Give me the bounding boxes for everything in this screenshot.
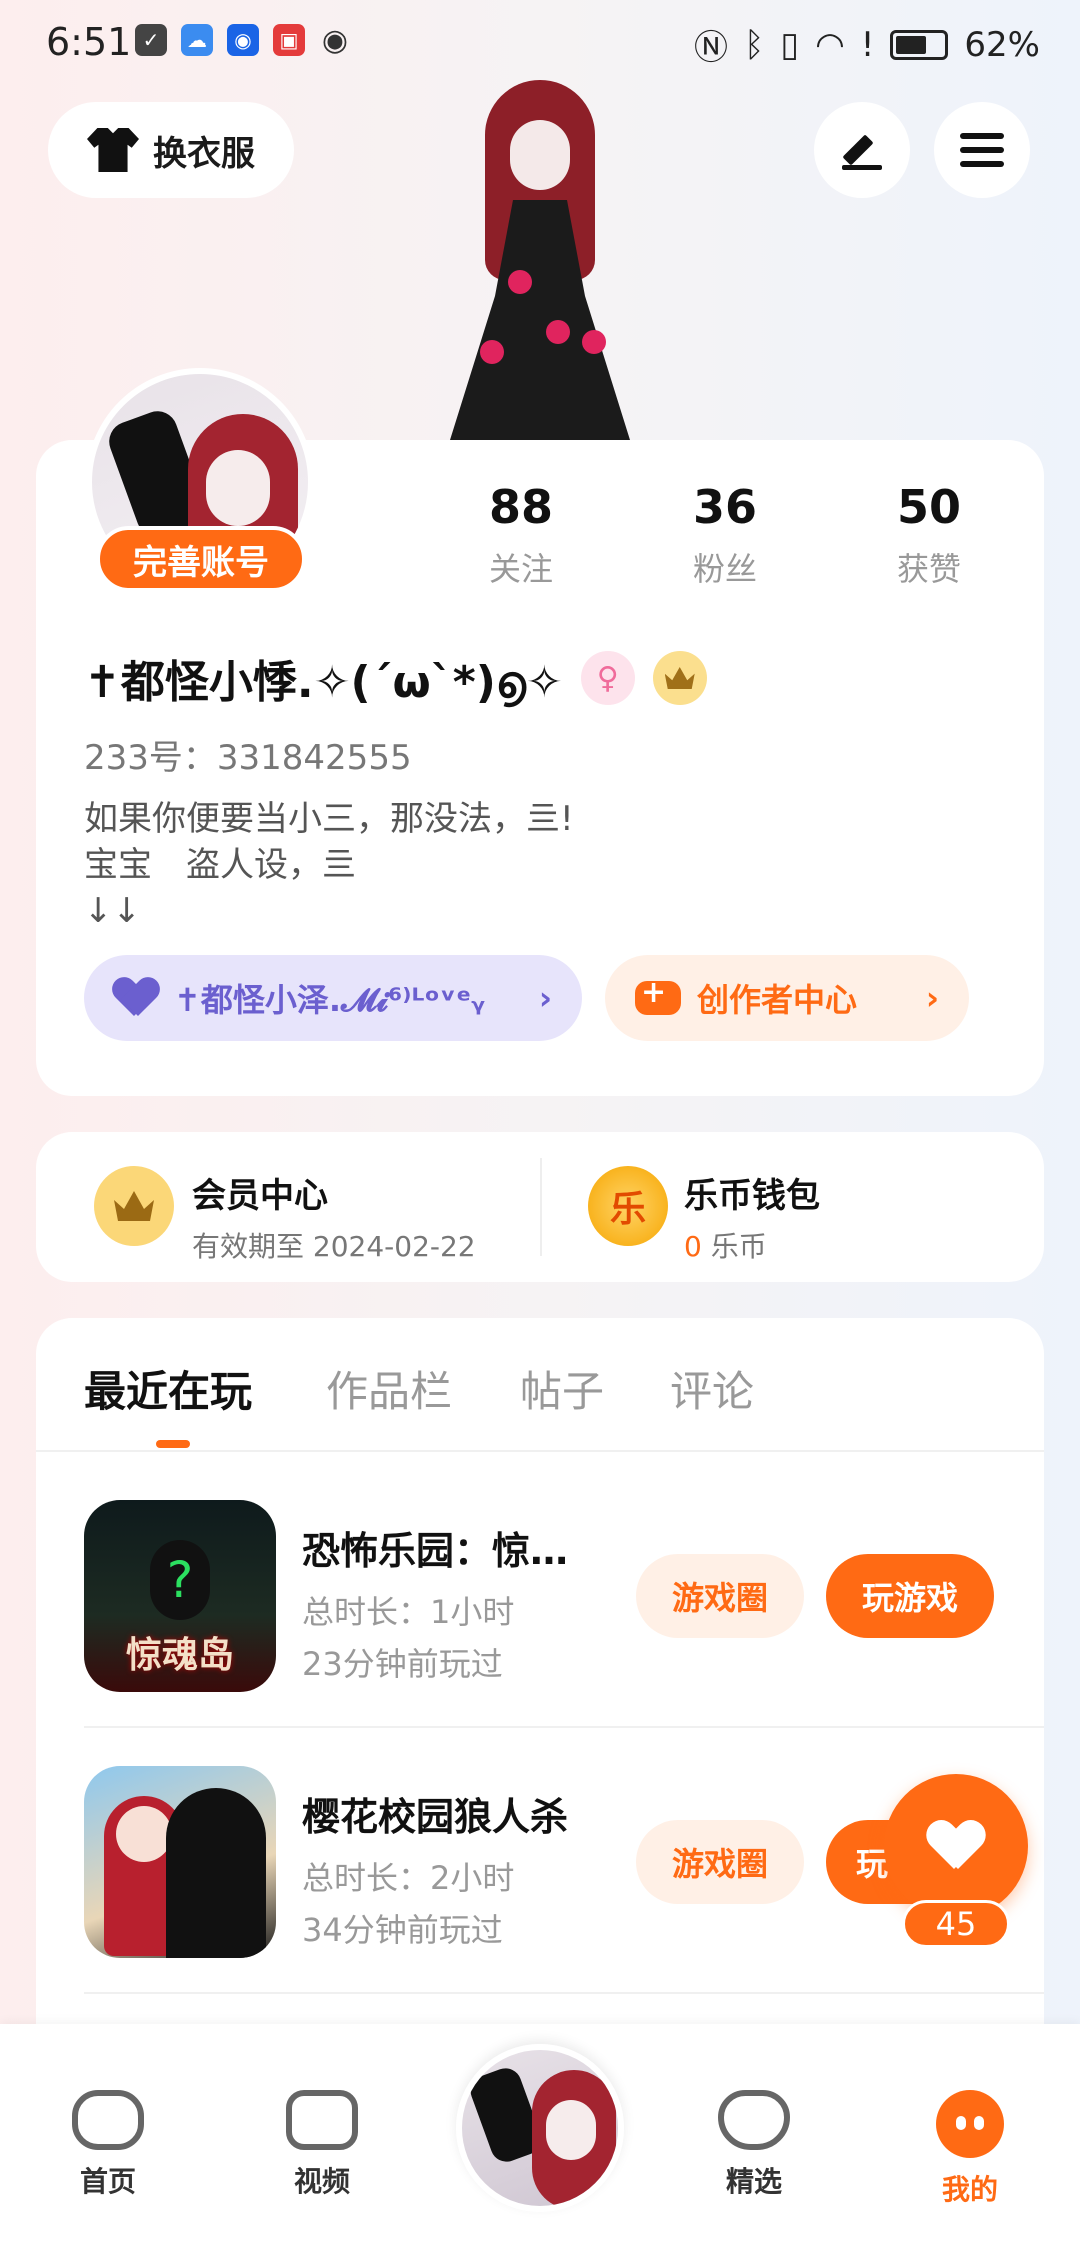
nav-video-label: 视频 <box>293 2165 350 2198</box>
vip-center-entry[interactable]: 会员中心 有效期至 2024-02-22 <box>192 1168 476 1265</box>
nickname-row: ✝都怪小悸.✧(´ω`*)൭✧ ♀ <box>84 646 707 710</box>
likes-count: 50 <box>896 480 961 534</box>
activity-card <box>36 1318 1044 2118</box>
heart-badge-icon <box>718 2090 790 2150</box>
divider <box>84 1992 1044 1994</box>
tab-posts[interactable]: 帖子 <box>520 1358 604 1419</box>
battery-percent: 62% <box>964 24 1040 65</box>
shirt-icon <box>87 128 139 172</box>
like-count: 45 <box>902 1900 1010 1948</box>
divider <box>540 1158 542 1256</box>
status-system-icons: Ⓝ ᛒ ▯ ◠ ! 62% <box>694 20 1040 69</box>
app-notification-icon: ✓ <box>135 24 167 56</box>
nav-featured[interactable]: 精选 <box>694 2090 814 2200</box>
nav-video[interactable]: 视频 <box>262 2090 382 2200</box>
battery-icon <box>890 29 949 60</box>
partner-label: ✝都怪小泽.𝓜𝓲⁶⁾ᴸᵒᵛᵉᵧ <box>174 981 485 1019</box>
nickname: ✝都怪小悸.✧(´ω`*)൭✧ <box>84 657 563 708</box>
menu-icon <box>960 133 1004 167</box>
likes-stat[interactable]: 50 获赞 <box>854 480 1004 590</box>
game-circle-button[interactable]: 游戏圈 <box>636 1554 804 1638</box>
vip-center-title: 会员中心 <box>192 1176 328 1216</box>
vip-center-crown-icon <box>94 1166 174 1246</box>
followers-label: 粉丝 <box>692 550 757 588</box>
change-outfit-label: 换衣服 <box>153 133 255 174</box>
divider <box>84 1726 1044 1728</box>
following-label: 关注 <box>488 550 553 588</box>
heart-icon <box>114 978 158 1018</box>
game-title: 樱花校园狼人杀 <box>302 1795 569 1839</box>
chevron-right-icon: › <box>538 979 552 1017</box>
game-info[interactable]: 恐怖乐园：惊… 总时长：1小时 23分钟前玩过 <box>302 1520 622 1687</box>
gamepad-icon <box>635 975 681 1015</box>
bulb-icon: ◉ <box>227 24 259 56</box>
likes-label: 获赞 <box>896 550 961 588</box>
bio: 如果你便要当小三，那没法，亖! 宝宝 盗人设，亖 ↓↓ <box>84 799 574 931</box>
tab-works[interactable]: 作品栏 <box>326 1358 452 1419</box>
bluetooth-icon: ᛒ <box>743 24 765 65</box>
gamepad-icon <box>72 2090 144 2150</box>
followers-count: 36 <box>692 480 757 534</box>
menu-button[interactable] <box>934 102 1030 198</box>
wifi-icon: ◠ <box>815 24 845 65</box>
mine-face-icon <box>936 2090 1004 2158</box>
wallet-entry[interactable]: 乐币钱包 0 乐币 <box>684 1168 820 1265</box>
wallet-balance: 0 乐币 <box>684 1225 820 1265</box>
status-notification-icons: ✓ ☁ ◉ ▣ ◉ <box>135 22 351 58</box>
alert-icon: ! <box>860 24 875 65</box>
complete-account-button[interactable]: 完善账号 <box>96 526 306 592</box>
vibrate-icon: ▯ <box>780 24 800 65</box>
game-last-played: 23分钟前玩过 <box>302 1645 503 1683</box>
wallet-amount: 0 <box>684 1230 702 1263</box>
like-float-button[interactable] <box>884 1774 1028 1918</box>
game-duration: 总时长：1小时 <box>302 1593 515 1631</box>
edit-profile-button[interactable] <box>814 102 910 198</box>
video-play-icon <box>286 2090 358 2150</box>
game-title: 恐怖乐园：惊… <box>302 1529 569 1573</box>
avatar-character-figure[interactable] <box>430 80 650 440</box>
nav-mine[interactable]: 我的 <box>910 2090 1030 2208</box>
status-time: 6:51 <box>46 20 132 64</box>
wallet-title: 乐币钱包 <box>684 1176 820 1216</box>
game-info[interactable]: 樱花校园狼人杀 总时长：2小时 34分钟前玩过 <box>302 1786 622 1953</box>
nav-mine-label: 我的 <box>941 2173 998 2206</box>
red-app-icon: ▣ <box>273 24 305 56</box>
nav-avatar-center[interactable] <box>456 2044 624 2212</box>
nav-featured-label: 精选 <box>725 2165 782 2198</box>
active-tab-indicator <box>156 1440 190 1448</box>
game-duration: 总时长：2小时 <box>302 1859 515 1897</box>
play-game-button[interactable]: 玩游戏 <box>826 1554 994 1638</box>
game-last-played: 34分钟前玩过 <box>302 1911 503 1949</box>
pen-icon <box>842 130 882 170</box>
tab-recently-played[interactable]: 最近在玩 <box>84 1358 252 1419</box>
eye-icon: ◉ <box>321 22 349 58</box>
game-icon[interactable] <box>84 1766 276 1958</box>
vip-crown-icon[interactable] <box>652 651 707 705</box>
following-count: 88 <box>488 480 553 534</box>
chevron-right-icon: › <box>925 979 939 1017</box>
wallet-unit: 乐币 <box>710 1230 767 1263</box>
heart-icon <box>928 1821 984 1871</box>
cloud-icon: ☁ <box>181 24 213 56</box>
divider <box>36 1450 1044 1452</box>
following-stat[interactable]: 88 关注 <box>446 480 596 590</box>
nav-home-label: 首页 <box>79 2165 136 2198</box>
nav-home[interactable]: 首页 <box>48 2090 168 2200</box>
tab-comments[interactable]: 评论 <box>670 1358 754 1419</box>
followers-stat[interactable]: 36 粉丝 <box>650 480 800 590</box>
partner-button[interactable]: ✝都怪小泽.𝓜𝓲⁶⁾ᴸᵒᵛᵉᵧ › <box>84 955 582 1041</box>
game-icon[interactable]: ? 惊魂岛 <box>84 1500 276 1692</box>
creator-center-button[interactable]: 创作者中心 › <box>605 955 969 1041</box>
vip-expiry: 有效期至 2024-02-22 <box>192 1230 476 1263</box>
change-outfit-button[interactable]: 换衣服 <box>48 102 294 198</box>
user-id: 233号：331842555 <box>84 738 412 778</box>
lebi-coin-icon: 乐 <box>588 1166 668 1246</box>
female-icon: ♀ <box>580 651 635 705</box>
nfc-icon: Ⓝ <box>693 28 728 68</box>
game-circle-button[interactable]: 游戏圈 <box>636 1820 804 1904</box>
creator-center-label: 创作者中心 <box>697 981 858 1019</box>
